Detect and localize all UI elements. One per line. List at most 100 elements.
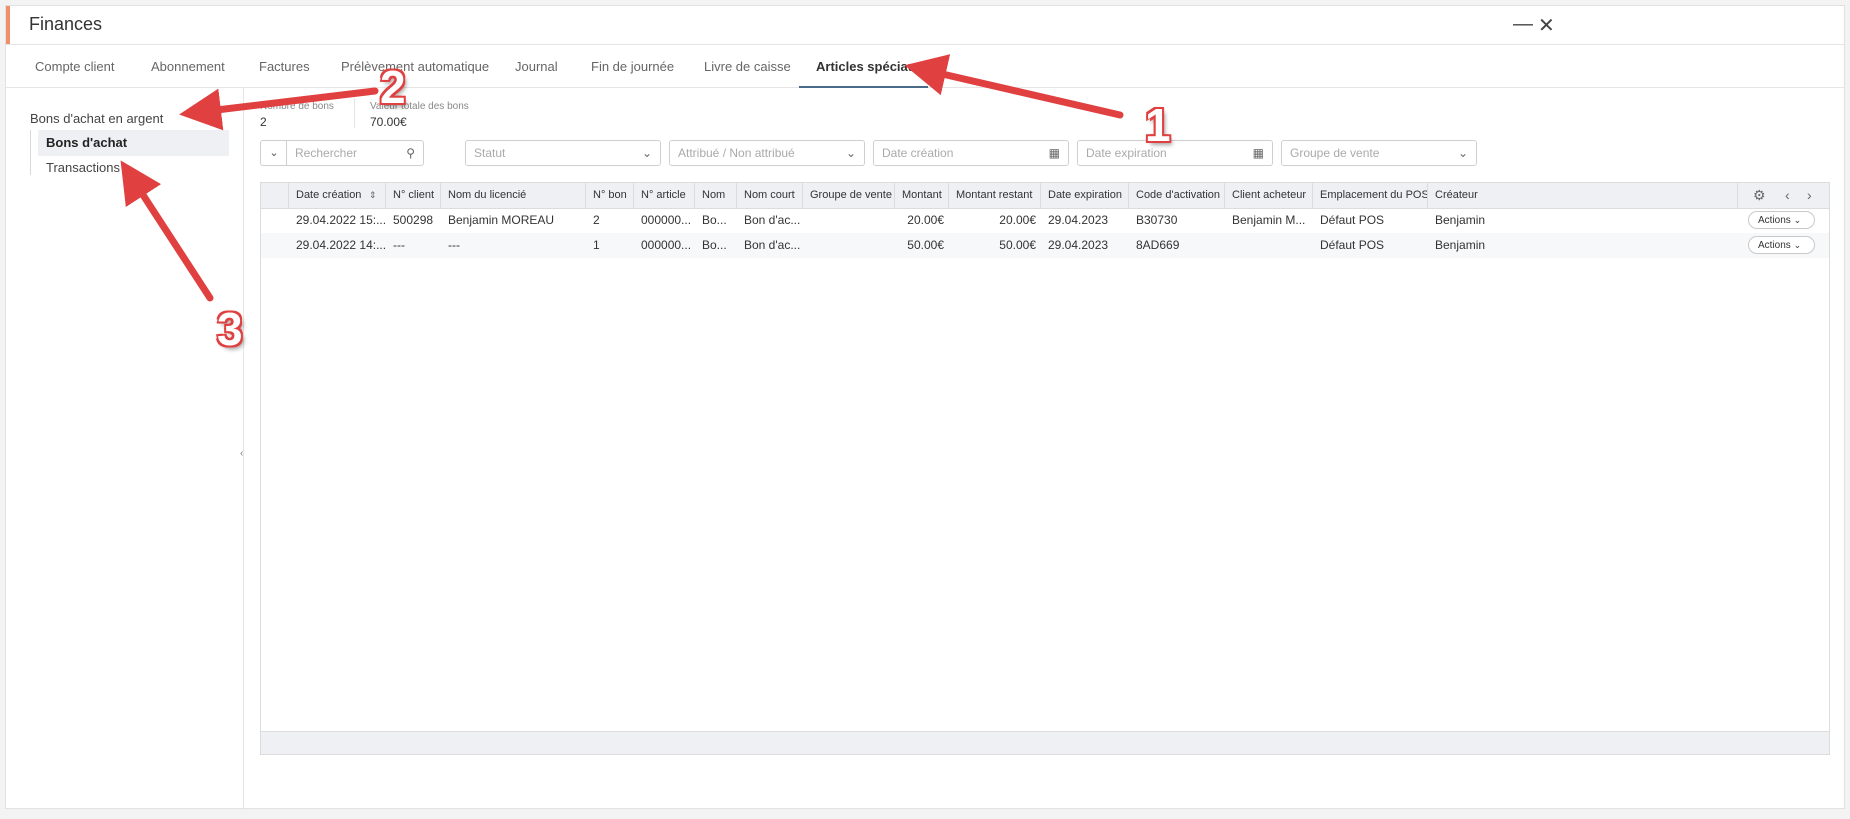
statut-select[interactable]: Statut ⌄: [465, 140, 661, 166]
chevron-down-icon: ⌄: [1793, 215, 1802, 225]
active-tab-indicator: [799, 86, 928, 88]
chevron-down-icon: ⌄: [1793, 240, 1802, 250]
table-row[interactable]: 29.04.2022 14:... --- --- 1 000000... Bo…: [261, 233, 1829, 258]
cell-buyer: [1225, 233, 1313, 258]
actions-label: Actions: [1758, 240, 1791, 251]
cell-short-name: Bon d'ac...: [744, 238, 801, 252]
cell-name: Bo...: [702, 238, 727, 252]
annotation-number-1: 1: [1145, 99, 1171, 151]
tab-abonnement[interactable]: Abonnement: [151, 59, 225, 74]
tab-factures[interactable]: Factures: [259, 59, 310, 74]
tab-bar: Compte client Abonnement Factures Prélèv…: [6, 44, 1844, 88]
cell-amount: 20.00€: [907, 213, 944, 227]
chevron-down-icon: ⌄: [845, 146, 856, 160]
column-header[interactable]: N° article: [634, 183, 695, 208]
cell-client-no: ---: [393, 238, 405, 252]
cell-date-creation: 29.04.2022 15:...: [296, 213, 386, 227]
row-actions-button[interactable]: Actions ⌄: [1748, 211, 1815, 229]
column-header[interactable]: Créateur: [1428, 183, 1738, 208]
sidebar-item-bons-achat[interactable]: Bons d'achat: [38, 130, 229, 156]
search-mode-dropdown[interactable]: ⌄: [260, 140, 287, 166]
vouchers-table: Date création ⇕ N° client Nom du licenci…: [260, 182, 1830, 755]
sort-icon[interactable]: ⇕: [369, 183, 377, 208]
table-footer: [261, 731, 1829, 754]
column-header[interactable]: Nom court: [737, 183, 803, 208]
row-actions-button[interactable]: Actions ⌄: [1748, 236, 1815, 254]
tree-line: [30, 130, 31, 175]
column-header[interactable]: Groupe de vente: [803, 183, 895, 208]
date-expiration-field[interactable]: Date expiration ▦: [1077, 140, 1273, 166]
column-header[interactable]: Montant: [895, 183, 949, 208]
column-header[interactable]: Montant restant: [949, 183, 1041, 208]
table-row[interactable]: 29.04.2022 15:... 500298 Benjamin MOREAU…: [261, 208, 1829, 233]
calendar-icon[interactable]: ▦: [1049, 141, 1060, 165]
gear-icon[interactable]: ⚙: [1753, 183, 1766, 208]
column-header[interactable]: N° client: [386, 183, 441, 208]
sidebar-group-bons-achat-argent[interactable]: Bons d'achat en argent: [30, 111, 163, 126]
sidebar: Bons d'achat en argent ⌄ Bons d'achat Tr…: [6, 88, 244, 810]
cell-sales-group: [803, 208, 895, 233]
cell-date-creation: 29.04.2022 14:...: [296, 238, 386, 252]
cell-creator: Benjamin: [1435, 213, 1486, 227]
close-icon[interactable]: ✕: [1538, 13, 1555, 38]
stat-separator: [354, 98, 355, 128]
cell-voucher-no: 2: [593, 213, 600, 227]
chevron-right-icon[interactable]: ›: [1807, 183, 1812, 208]
tab-articles-speciaux[interactable]: Articles spéciaux: [816, 59, 923, 74]
date-creation-field[interactable]: Date création ▦: [873, 140, 1069, 166]
date-creation-placeholder: Date création: [882, 146, 954, 160]
column-header[interactable]: Nom du licencié: [441, 183, 586, 208]
cell-expiration: 29.04.2023: [1048, 213, 1109, 227]
groupe-vente-placeholder: Groupe de vente: [1290, 146, 1380, 160]
column-header[interactable]: N° bon: [586, 183, 634, 208]
chevron-left-icon[interactable]: ‹: [1785, 183, 1790, 208]
cell-client-no: 500298: [393, 213, 434, 227]
cell-expiration: 29.04.2023: [1048, 238, 1109, 252]
stat-total-value: 70.00€: [370, 115, 407, 129]
attribue-placeholder: Attribué / Non attribué: [678, 146, 795, 160]
actions-label: Actions: [1758, 215, 1791, 226]
tab-fin-de-journee[interactable]: Fin de journée: [591, 59, 674, 74]
annotation-number-3: 3: [217, 303, 243, 355]
cell-licensee-name: Benjamin MOREAU: [448, 213, 555, 227]
tab-journal[interactable]: Journal: [515, 59, 558, 74]
tab-prelevement[interactable]: Prélèvement automatique: [341, 59, 489, 74]
search-icon[interactable]: ⚲: [406, 141, 415, 165]
tab-compte-client[interactable]: Compte client: [35, 59, 114, 74]
minimize-icon[interactable]: —: [1513, 13, 1533, 36]
stat-count-value: 2: [260, 115, 267, 129]
chevron-down-icon: ⌄: [641, 146, 652, 160]
cell-licensee-name: ---: [448, 238, 460, 252]
cell-remaining: 20.00€: [999, 213, 1036, 227]
calendar-icon[interactable]: ▦: [1253, 141, 1264, 165]
search-placeholder: Rechercher: [295, 146, 358, 160]
sidebar-item-transactions[interactable]: Transactions: [38, 155, 229, 181]
chevron-down-icon: ⌄: [1457, 146, 1468, 160]
attribue-select[interactable]: Attribué / Non attribué ⌄: [669, 140, 865, 166]
cell-activation-code: 8AD669: [1136, 238, 1180, 252]
column-header[interactable]: Code d'activation: [1129, 183, 1225, 208]
column-header[interactable]: Date expiration: [1041, 183, 1129, 208]
cell-buyer: Benjamin M...: [1232, 213, 1306, 227]
search-input[interactable]: Rechercher ⚲: [286, 140, 424, 166]
tab-livre-de-caisse[interactable]: Livre de caisse: [704, 59, 791, 74]
cell-creator: Benjamin: [1435, 238, 1486, 252]
accent-bar: [6, 6, 10, 44]
statut-placeholder: Statut: [474, 146, 506, 160]
stat-count-label: Nombre de bons: [260, 101, 334, 112]
column-header-spacer: [261, 183, 289, 208]
column-header[interactable]: Client acheteur: [1225, 183, 1313, 208]
collapse-handle-icon[interactable]: ‹: [240, 448, 243, 459]
column-header[interactable]: Emplacement du POS: [1313, 183, 1428, 208]
cell-pos-location: Défaut POS: [1320, 238, 1385, 252]
window-title: Finances: [29, 14, 103, 34]
cell-voucher-no: 1: [593, 238, 600, 252]
cell-amount: 50.00€: [907, 238, 944, 252]
cell-sales-group: [803, 233, 895, 258]
cell-pos-location: Défaut POS: [1320, 213, 1385, 227]
groupe-vente-select[interactable]: Groupe de vente ⌄: [1281, 140, 1477, 166]
cell-activation-code: B30730: [1136, 213, 1178, 227]
chevron-down-icon[interactable]: ⌄: [210, 108, 219, 121]
column-header[interactable]: Nom: [695, 183, 737, 208]
annotation-number-2: 2: [380, 61, 406, 113]
